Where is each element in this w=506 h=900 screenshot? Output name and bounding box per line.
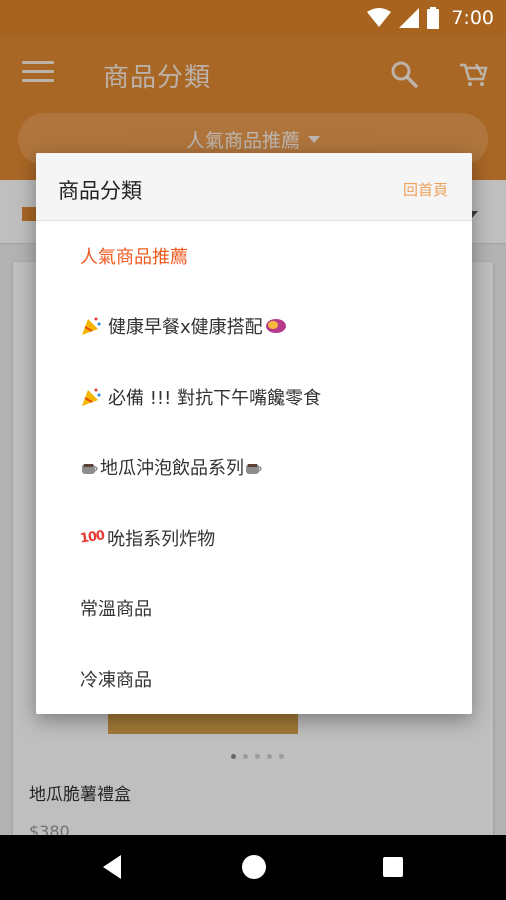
category-item-popular[interactable]: 人氣商品推薦 xyxy=(36,221,472,291)
status-time: 7:00 xyxy=(451,7,494,29)
status-icons: 7:00 xyxy=(367,6,494,30)
hot-beverage-icon xyxy=(246,464,262,475)
home-icon[interactable] xyxy=(242,855,266,879)
party-popper-icon xyxy=(82,317,101,336)
signal-icon xyxy=(399,8,420,28)
category-item-frozen[interactable]: 冷凍商品 xyxy=(36,644,472,715)
back-icon[interactable] xyxy=(103,855,121,879)
dialog-header: 商品分類 回首頁 xyxy=(36,153,472,221)
sweet-potato-icon xyxy=(265,319,286,334)
party-popper-icon xyxy=(82,388,101,406)
category-item-drinks[interactable]: 地瓜沖泡飲品系列 xyxy=(36,432,472,503)
hot-beverage-icon xyxy=(82,464,98,475)
category-item-label: 人氣商品推薦 xyxy=(80,247,188,268)
category-item-fried[interactable]: 100 吮指系列炸物 xyxy=(36,503,472,574)
category-item-healthy-breakfast[interactable]: 健康早餐x健康搭配 xyxy=(36,291,472,362)
status-bar: 7:00 xyxy=(0,0,506,35)
hundred-points-icon: 100 xyxy=(79,528,106,547)
recent-apps-icon[interactable] xyxy=(383,857,403,877)
dialog-title: 商品分類 xyxy=(58,179,142,203)
category-item-label: 常溫商品 xyxy=(80,599,152,621)
category-item-label: 吮指系列炸物 xyxy=(107,528,216,550)
category-item-label: 地瓜沖泡飲品系列 xyxy=(100,458,244,480)
battery-icon xyxy=(427,7,440,29)
category-list: 人氣商品推薦 健康早餐x健康搭配 必備 !!! 對抗下午嘴饞零食 地瓜沖泡飲品系… xyxy=(36,221,472,714)
category-item-label: 冷凍商品 xyxy=(80,669,152,691)
category-item-label: 必備 !!! 對抗下午嘴饞零食 xyxy=(108,387,322,409)
category-item-snacks[interactable]: 必備 !!! 對抗下午嘴饞零食 xyxy=(36,362,472,433)
home-link[interactable]: 回首頁 xyxy=(403,179,448,200)
category-item-label: 健康早餐x健康搭配 xyxy=(108,317,263,339)
category-item-room-temp[interactable]: 常溫商品 xyxy=(36,573,472,644)
wifi-icon xyxy=(367,8,392,27)
category-dialog: 商品分類 回首頁 人氣商品推薦 健康早餐x健康搭配 必備 !!! 對抗下午嘴饞零… xyxy=(36,153,472,714)
system-nav-bar xyxy=(0,835,506,900)
